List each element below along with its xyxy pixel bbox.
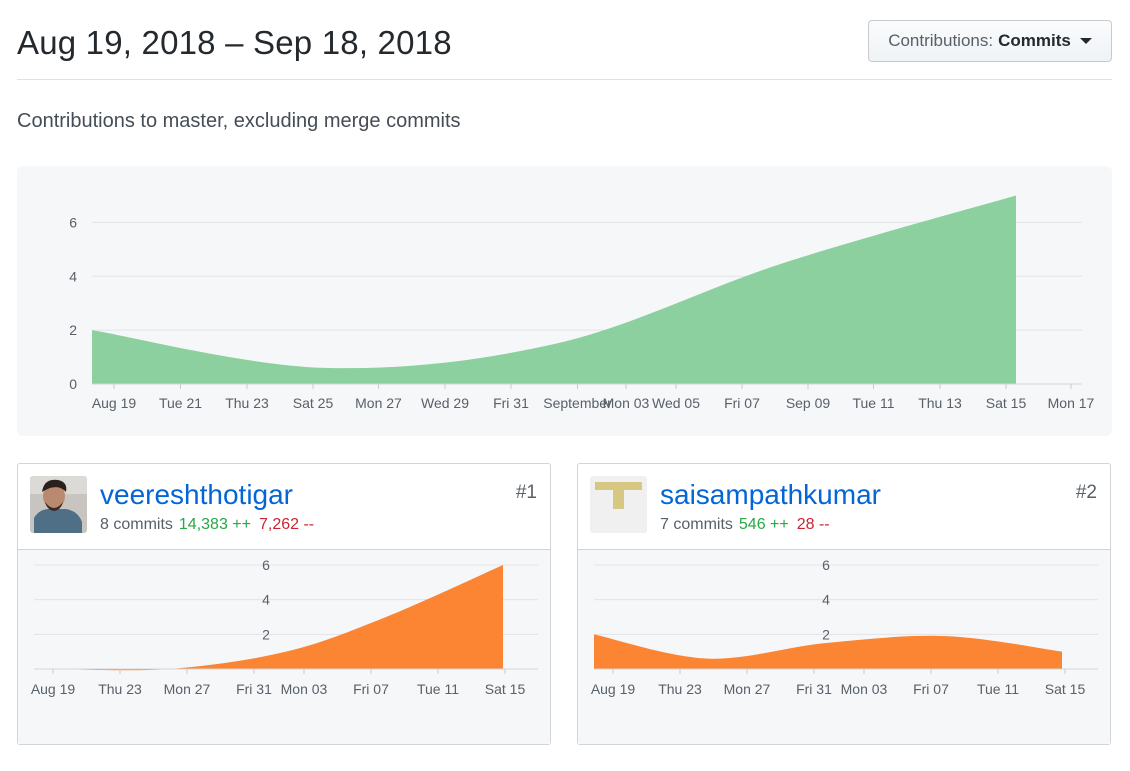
x-tick-label: Mon 03	[603, 395, 650, 411]
contributor-card-2: saisampathkumar 7 commits 546 ++ 28 -- #2 …	[577, 463, 1111, 745]
x-tick-label: Sat 15	[986, 395, 1027, 411]
user-photo-icon	[30, 476, 87, 533]
contributions-value: Commits	[998, 31, 1071, 50]
y-tick-label: 6	[262, 557, 270, 573]
x-tick-label: Fri 07	[913, 681, 949, 697]
x-tick-label: Tue 21	[159, 395, 202, 411]
header-divider	[17, 79, 1112, 80]
contributor-chart-svg: 2 4 6 Aug 19 Thu 23 Mon 27 Fri 31 Mon 03 Fri 07 T…	[31, 557, 538, 697]
contributor-chart: 2 4 6 Aug 19 Thu 23 Mon 27 Fri 31 Mon 03 Fri 07 T…	[18, 550, 550, 744]
x-tick-label: Mon 27	[164, 681, 211, 697]
contributor-stats: 8 commits 14,383 ++ 7,262 --	[100, 516, 314, 534]
x-tick-label: Fri 31	[236, 681, 272, 697]
x-tick-label: Mon 27	[355, 395, 402, 411]
x-tick-label: Tue 11	[977, 681, 1019, 697]
contributor-card-header: saisampathkumar 7 commits 546 ++ 28 -- #2	[578, 464, 1110, 550]
contributor-rank: #2	[1075, 482, 1097, 503]
contributions-chart: 0 2 4 6 Aug 19 Tue 21 Thu 23 Sat 25 Mon 27 Wed 29…	[17, 166, 1112, 436]
contributions-label: Contributions:	[888, 31, 994, 50]
x-tick-label: Aug 19	[31, 681, 76, 697]
y-tick-label: 2	[262, 626, 270, 642]
deletions-count: 28 --	[796, 516, 830, 533]
y-tick-label: 2	[69, 322, 77, 338]
x-tick-label: Sat 15	[485, 681, 526, 697]
contributor-username-link[interactable]: saisampathkumar	[660, 479, 881, 511]
x-tick-label: Fri 31	[493, 395, 529, 411]
contributor-username-link[interactable]: veereshthotigar	[100, 479, 293, 511]
deletions-count: 7,262 --	[258, 516, 315, 533]
chart-subtitle: Contributions to master, excluding merge…	[17, 110, 461, 132]
x-tick-label: Fri 07	[353, 681, 389, 697]
avatar[interactable]	[30, 476, 87, 533]
commit-count: 7 commits	[660, 516, 733, 533]
x-tick-label: Wed 29	[421, 395, 469, 411]
x-tick-label: Wed 05	[652, 395, 700, 411]
x-tick-label: Fri 31	[796, 681, 832, 697]
caret-down-icon	[1079, 38, 1092, 44]
contributor-chart-svg: 2 4 6 Aug 19 Thu 23 Mon 27 Fri 31 Mon 03 Fri 07 T…	[591, 557, 1098, 697]
y-tick-label: 6	[822, 557, 830, 573]
x-tick-label: Mon 17	[1048, 395, 1095, 411]
identicon-icon	[590, 476, 647, 533]
x-tick-label: Mon 03	[841, 681, 888, 697]
x-tick-label: Mon 03	[281, 681, 328, 697]
x-tick-label: Sat 25	[293, 395, 334, 411]
contributor-rank: #1	[515, 482, 537, 503]
y-tick-label: 0	[69, 376, 77, 392]
y-tick-label: 2	[822, 626, 830, 642]
additions-count: 14,383 ++	[178, 516, 251, 533]
x-tick-label: Aug 19	[92, 395, 137, 411]
x-tick-label: Thu 23	[98, 681, 142, 697]
series-area	[52, 565, 503, 671]
contributions-dropdown-button[interactable]: Contributions: Commits	[868, 20, 1112, 62]
contributor-chart: 2 4 6 Aug 19 Thu 23 Mon 27 Fri 31 Mon 03 Fri 07 T…	[578, 550, 1110, 744]
commit-count: 8 commits	[100, 516, 173, 533]
x-tick-label: Mon 27	[724, 681, 771, 697]
y-tick-label: 6	[69, 214, 77, 230]
avatar[interactable]	[590, 476, 647, 533]
contributions-chart-svg: 0 2 4 6 Aug 19 Tue 21 Thu 23 Sat 25 Mon 27 Wed 29…	[69, 195, 1095, 411]
x-tick-label: Tue 11	[852, 395, 894, 411]
x-tick-label: Thu 23	[225, 395, 269, 411]
additions-count: 546 ++	[738, 516, 789, 533]
y-tick-label: 4	[262, 592, 270, 608]
x-tick-label: Sat 15	[1045, 681, 1086, 697]
contributor-card-header: veereshthotigar 8 commits 14,383 ++ 7,262 …	[18, 464, 550, 550]
x-tick-label: Tue 11	[417, 681, 459, 697]
y-tick-label: 4	[822, 592, 830, 608]
x-tick-label: Aug 19	[591, 681, 636, 697]
x-tick-label: Sep 09	[786, 395, 831, 411]
x-tick-label: Thu 23	[658, 681, 702, 697]
series-area	[92, 195, 1016, 384]
y-tick-label: 4	[69, 268, 77, 284]
contributor-stats: 7 commits 546 ++ 28 --	[660, 516, 830, 534]
x-tick-label: Fri 07	[724, 395, 760, 411]
x-tick-label: Thu 13	[918, 395, 962, 411]
contributor-card-1: veereshthotigar 8 commits 14,383 ++ 7,262 …	[17, 463, 551, 745]
date-range-title: Aug 19, 2018 – Sep 18, 2018	[17, 24, 452, 61]
